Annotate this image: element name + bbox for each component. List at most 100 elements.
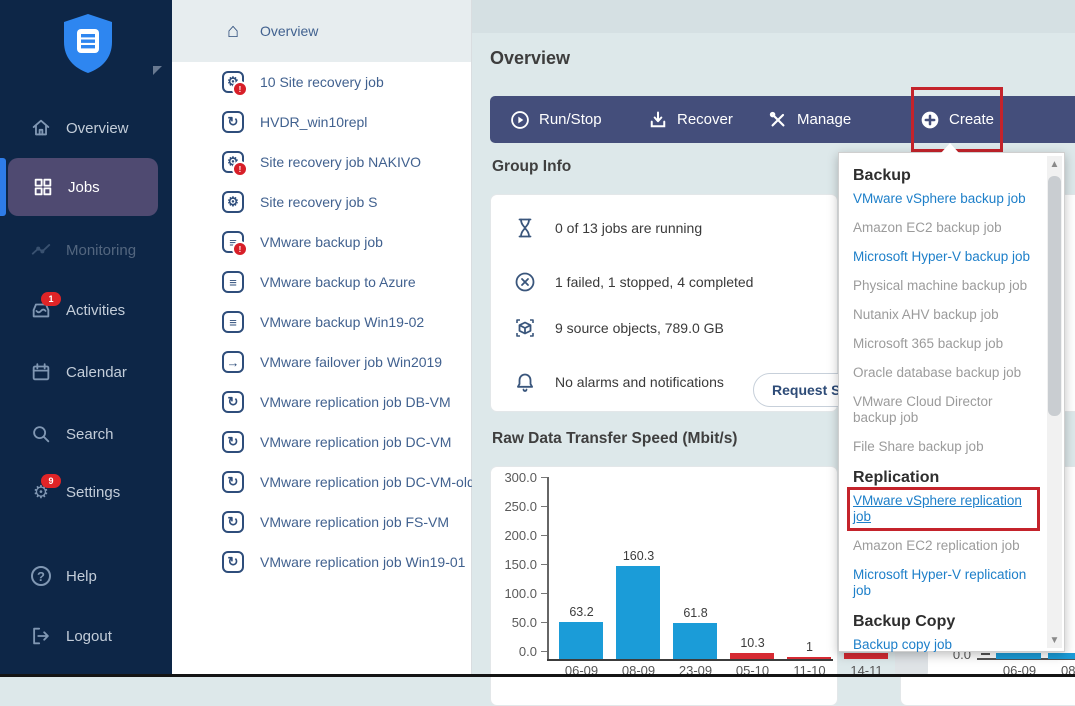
job-list-item-vmware-backup-job[interactable]: ≡!VMware backup job [172, 222, 471, 262]
chart-ytick-label: 100.0 [491, 586, 537, 601]
layers-icon: ≡ [222, 311, 244, 333]
recover-button[interactable]: Recover [648, 96, 733, 143]
menu-item-backup-copy-job[interactable]: Backup copy job [853, 637, 1034, 653]
job-name: VMware backup Win19-02 [260, 314, 424, 330]
collapse-sidebar-icon[interactable] [153, 66, 162, 75]
sidebar-item-jobs[interactable]: Jobs [8, 158, 158, 216]
sidebar-item-settings[interactable]: ⚙9Settings [0, 468, 172, 516]
menu-item-vmware-vsphere-backup-job[interactable]: VMware vSphere backup job [853, 191, 1034, 207]
menu-scrollbar-thumb[interactable] [1048, 176, 1061, 416]
toolbar-button-label: Recover [677, 111, 733, 128]
app-root: Overview Jobs Monitoring 1 Activities Calenda… [0, 0, 1075, 677]
job-name: Site recovery job NAKIVO [260, 154, 421, 170]
job-list-item-site-recovery-job-s[interactable]: ⚙ Site recovery job S [172, 182, 471, 222]
menu-item-amazon-ec2-replication-job: Amazon EC2 replication job [853, 538, 1034, 554]
job-list-overview-item[interactable]: ⌂Overview [172, 0, 471, 62]
menu-item-physical-machine-backup-job: Physical machine backup job [853, 278, 1034, 294]
sidebar-item-monitoring[interactable]: Monitoring [0, 226, 172, 274]
download-icon [648, 110, 668, 130]
job-name: Overview [260, 23, 318, 39]
menu-item-vmware-vsphere-replication-job[interactable]: VMware vSphere replication job [853, 493, 1034, 525]
job-name: Site recovery job S [260, 194, 378, 210]
create-menu-body: Backup VMware vSphere backup job Amazon EC… [853, 167, 1034, 653]
group-info-row-hourglass: 0 of 13 jobs are running [513, 213, 702, 243]
manage-button[interactable]: Manage [768, 96, 851, 143]
sidebar-item-label: Overview [66, 120, 129, 137]
chart-heading: Raw Data Transfer Speed (Mbit/s) [492, 430, 737, 448]
menu-item-microsoft-hyper-v-replication-job[interactable]: Microsoft Hyper-V replication job [853, 567, 1034, 599]
sidebar-item-activities[interactable]: 1 Activities [0, 286, 172, 334]
sidebar-item-label: Search [66, 426, 114, 443]
sidebar-item-calendar[interactable]: Calendar [0, 348, 172, 396]
job-list-item-vmware-failover-job-win2019[interactable]: →VMware failover job Win2019 [172, 342, 471, 382]
job-name: VMware failover job Win2019 [260, 354, 442, 370]
sync-icon: ↻ [222, 471, 244, 493]
job-list-item-site-recovery-job-nakivo[interactable]: ⚙! Site recovery job NAKIVO [172, 142, 471, 182]
chart-bar-05-10 [730, 653, 774, 659]
chart-ytick-label: 150.0 [491, 557, 537, 572]
job-list-item-hvdr-win10repl[interactable]: ↻HVDR_win10repl [172, 102, 471, 142]
scroll-up-icon[interactable]: ▲ [1047, 156, 1062, 172]
menu-item-amazon-ec2-backup-job: Amazon EC2 backup job [853, 220, 1034, 236]
nakivo-shield-logo-icon [60, 12, 116, 74]
job-list-item-vmware-replication-job-fs-vm[interactable]: ↻VMware replication job FS-VM [172, 502, 471, 542]
job-name: VMware backup to Azure [260, 274, 416, 290]
sidebar-item-overview[interactable]: Overview [0, 104, 172, 152]
mini-chart-bar [996, 653, 1041, 659]
gear-icon: ⚙ [222, 191, 244, 213]
chart-ytick-label: 300.0 [491, 470, 537, 485]
chart-y-axis [547, 477, 549, 659]
job-list-item-vmware-replication-job-dc-vm-old[interactable]: ↻VMware replication job DC-VM-old [172, 462, 471, 502]
job-list-item-vmware-backup-to-azure[interactable]: ≡VMware backup to Azure [172, 262, 471, 302]
menu-section-backup: Backup [853, 167, 1034, 185]
sidebar-item-search[interactable]: Search [0, 410, 172, 458]
mini-chart-bar [1048, 653, 1075, 659]
job-list-item-vmware-replication-job-win19-01[interactable]: ↻ VMware replication job Win19-01 [172, 542, 471, 582]
chart-bar-06-09 [559, 622, 603, 659]
job-name: HVDR_win10repl [260, 114, 367, 130]
job-name: VMware replication job Win19-01 [260, 554, 465, 570]
scroll-down-icon[interactable]: ▼ [1047, 632, 1062, 648]
chart-ytick-label: 50.0 [491, 615, 537, 630]
plus-icon [920, 110, 940, 130]
gear-icon: ⚙! [222, 71, 244, 93]
menu-item-nutanix-ahv-backup-job: Nutanix AHV backup job [853, 307, 1034, 323]
sidebar-item-label: Jobs [68, 179, 100, 196]
active-accent-bar [0, 158, 6, 216]
menu-scrollbar[interactable]: ▲ ▼ [1047, 156, 1062, 648]
sync-icon: ↻ [222, 551, 244, 573]
group-info-row-circle-x: 1 failed, 1 stopped, 4 completed [513, 267, 753, 297]
sidebar-item-label: Activities [66, 302, 125, 319]
group-info-text: 1 failed, 1 stopped, 4 completed [555, 274, 753, 290]
gear-icon: ⚙! [222, 151, 244, 173]
sync-icon: ↻ [222, 391, 244, 413]
sidebar: Overview Jobs Monitoring 1 Activities Calenda… [0, 0, 172, 677]
chart-bar-23-09 [673, 623, 717, 659]
chart-value-label: 10.3 [724, 636, 781, 650]
group-info-card: No alarms and notifications 9 source obj… [490, 194, 838, 412]
sidebar-item-label: Settings [66, 484, 120, 501]
sidebar-item-help[interactable]: ?Help [0, 552, 172, 600]
create-button[interactable]: Create [920, 96, 994, 143]
job-list-item-vmware-backup-win19-02[interactable]: ≡ VMware backup Win19-02 [172, 302, 471, 342]
menu-section-replication: Replication [853, 469, 1034, 487]
run-stop-button[interactable]: Run/Stop [510, 96, 602, 143]
job-list-item-10-site-recovery-job[interactable]: ⚙!10 Site recovery job [172, 62, 471, 102]
menu-item-microsoft-hyper-v-backup-job[interactable]: Microsoft Hyper-V backup job [853, 249, 1034, 265]
job-list-item-vmware-replication-job-dc-vm[interactable]: ↻VMware replication job DC-VM [172, 422, 471, 462]
chart-bar-08-09 [616, 566, 660, 659]
menu-section-backup-copy: Backup Copy [853, 613, 1034, 631]
circle-x-icon [513, 270, 537, 294]
search-icon [30, 423, 52, 445]
hourglass-icon [513, 216, 537, 240]
sidebar-item-logout[interactable]: Logout [0, 612, 172, 660]
chart-value-label: 160.3 [610, 549, 667, 563]
chart-value-label: 1 [781, 640, 838, 654]
layers-icon: ≡! [222, 231, 244, 253]
toolbar-button-label: Manage [797, 111, 851, 128]
badge-count: 1 [41, 292, 61, 306]
page-title: Overview [490, 48, 570, 69]
job-list-item-vmware-replication-job-db-vm[interactable]: ↻VMware replication job DB-VM [172, 382, 471, 422]
jobs-toolbar: Run/Stop Recover Manage Create [490, 96, 1075, 143]
activities-icon: 1 [30, 299, 52, 321]
